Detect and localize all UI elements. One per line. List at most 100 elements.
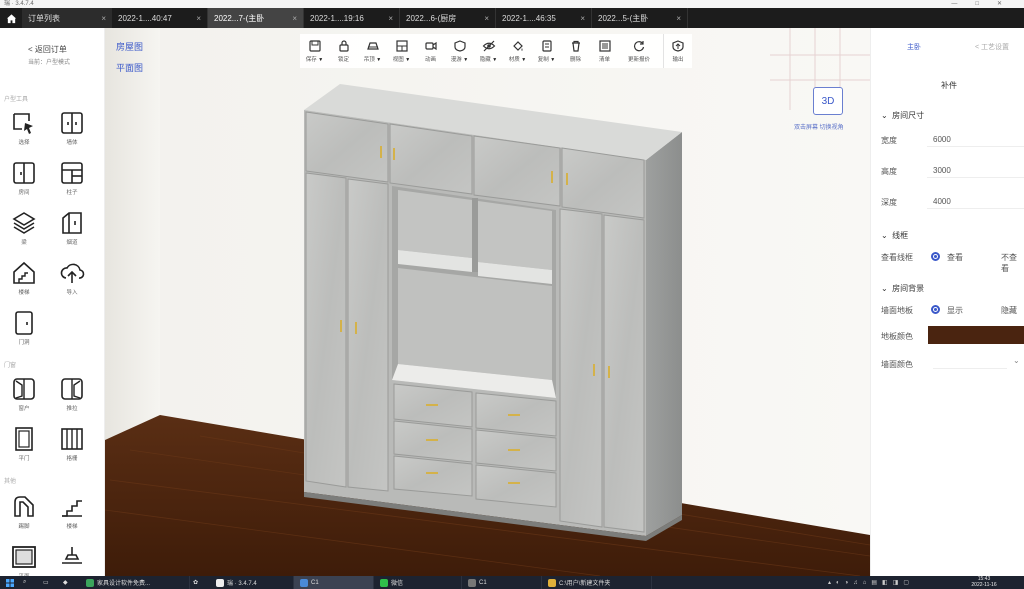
maximize-button[interactable]: □ [975,1,997,7]
toolbar-label: 锁定 [337,57,349,63]
toolbar-lock[interactable]: 锁定 [329,34,358,68]
link-house-plan[interactable]: 房屋图 [116,40,143,53]
toolbar-label: 吊顶 [363,57,375,63]
3d-view-toggle[interactable]: 3D [813,87,843,115]
toolbar-material[interactable]: 材质 ▼ [503,34,532,68]
video-icon [424,41,437,51]
tab-order-5[interactable]: 2022-1....46:35 × [496,8,592,28]
task-view-icon[interactable]: ▭ [40,576,60,589]
tool-label: 房间 [18,190,30,196]
toolbar-save[interactable]: 保存 ▼ [300,34,329,68]
floor-hide-label[interactable]: 隐藏 [1001,305,1017,316]
toolbar-update-quote[interactable]: 更新报价 [619,34,659,68]
chevron-down-icon: ⌄ [881,284,888,293]
tab-close-icon[interactable]: × [484,14,489,23]
toolbar-list[interactable]: 清单 [590,34,619,68]
tab-order-list[interactable]: 订单列表 × [22,8,112,28]
3d-viewport[interactable] [105,28,870,576]
tool-import[interactable]: 导入 [56,260,88,300]
taskbar-item-wechat[interactable]: 微信 [374,576,462,589]
tab-order-1[interactable]: 2022-1....40:47 × [112,8,208,28]
cabinet-3d-scene [105,28,870,576]
height-input[interactable]: 3000 [933,166,951,175]
taskbar-item-c1-2[interactable]: C1 [462,576,542,589]
tool-window[interactable]: 窗户 [8,376,40,416]
tool-column[interactable]: 柱子 [56,160,88,200]
app-pin-icon[interactable]: ◆ [60,576,80,589]
tab-order-2-active[interactable]: 2022...7-(主卧 × [208,8,304,28]
toolbar-ceiling[interactable]: 吊顶 ▼ [358,34,387,68]
tool-moulding[interactable]: 踢脚 [8,494,40,534]
tool-door-opening[interactable]: 门洞 [8,310,40,350]
toolbar-roam[interactable]: 漫游 ▼ [445,34,474,68]
depth-input[interactable]: 4000 [933,197,951,206]
tab-order-3[interactable]: 2022-1....19:16 × [304,8,400,28]
taskbar-item-folder[interactable]: C:\用户\新建文件夹 [542,576,652,589]
tab-close-icon[interactable]: × [676,14,681,23]
section-room-background[interactable]: ⌄ 房间背景 [881,283,924,294]
taskbar-item-c1[interactable]: C1 [294,576,374,589]
tool-flue[interactable]: 烟道 [56,210,88,250]
toolbar-label: 动画 [424,57,436,63]
toolbar-copy[interactable]: 复制 ▼ [532,34,561,68]
folder-icon [548,578,556,587]
windows-icon [6,578,14,587]
box-icon [62,212,82,234]
trash-icon [571,40,580,52]
start-button[interactable] [0,576,20,589]
toolbar-export[interactable]: 输出 [663,34,692,68]
tab-close-icon[interactable]: × [292,14,297,23]
tool-label: 窗户 [18,406,30,412]
tab-close-icon[interactable]: × [580,14,585,23]
chevron-down-icon[interactable]: ⌄ [1013,356,1020,365]
width-input[interactable]: 6000 [933,135,951,144]
tool-grille[interactable]: 格栅 [56,426,88,466]
close-window-button[interactable]: ✕ [997,1,1020,7]
tool-select[interactable]: 选择 [8,110,40,150]
tool-sliding[interactable]: 推拉 [56,376,88,416]
minimize-button[interactable]: — [951,1,975,7]
clock[interactable]: 15:43 2022-11-16 [968,576,1000,589]
cabinet-side-panel [646,132,682,536]
section-label-other: 其他 [4,479,17,485]
section-wireframe[interactable]: ⌄ 线框 [881,230,908,241]
app-pin-icon[interactable]: ✿ [190,576,210,589]
tab-order-6[interactable]: 2022...5-(主卧 × [592,8,688,28]
section-room-size[interactable]: ⌄ 房间尺寸 [881,110,924,121]
chevron-down-icon: ⌄ [881,111,888,120]
toolbar-delete[interactable]: 删除 [561,34,590,68]
tool-wall[interactable]: 墙体 [56,110,88,150]
main-toolbar: 保存 ▼ 锁定 吊顶 ▼ 视图 ▼ 动画 漫游 ▼ 隐藏 ▼ 材质 ▼ 复制 ▼… [300,34,692,68]
top-door-1 [305,111,389,183]
sub-tab-parts[interactable]: 补件 [941,80,957,91]
tool-beam[interactable]: 梁 [8,210,40,250]
tool-flat-door[interactable]: 平门 [8,426,40,466]
tab-close-icon[interactable]: × [196,14,201,23]
wireframe-off-label[interactable]: 不查看 [1001,252,1024,274]
house-icon [13,261,35,284]
tab-room[interactable]: 主卧 [907,42,921,52]
back-to-order-link[interactable]: < 返回订单 [28,44,67,55]
toolbar-view[interactable]: 视图 ▼ [387,34,416,68]
taskbar-item-browser[interactable]: 家具设计软件免费... [80,576,190,589]
search-icon[interactable]: ⌕ [20,576,40,589]
wireframe-radio-on[interactable] [931,252,940,261]
tool-room[interactable]: 房间 [8,160,40,200]
tab-close-icon[interactable]: × [388,14,393,23]
view-links: 房屋图 平面图 [116,40,143,82]
home-icon[interactable] [0,8,22,28]
tab-process-settings[interactable]: < 工艺设置 [975,42,1009,52]
system-tray[interactable]: ▴◐◑♫⌂▤◧◨▢ [828,576,914,589]
toolbar-animation[interactable]: 动画 [416,34,445,68]
floor-radio-show[interactable] [931,305,940,314]
tool-stairs-2[interactable]: 楼梯 [56,494,88,534]
wall-color-select[interactable] [933,368,1007,369]
tab-order-4[interactable]: 2022...6-(厨房 × [400,8,496,28]
toolbar-hide[interactable]: 隐藏 ▼ [474,34,503,68]
taskbar-item-app[interactable]: 瑞 · 3.4.7.4 [210,576,294,589]
tab-close-icon[interactable]: × [101,14,106,23]
link-floor-plan[interactable]: 平面图 [116,61,143,74]
floor-color-swatch[interactable] [928,326,1024,344]
lock-icon [338,40,349,52]
tool-stairs[interactable]: 楼梯 [8,260,40,300]
